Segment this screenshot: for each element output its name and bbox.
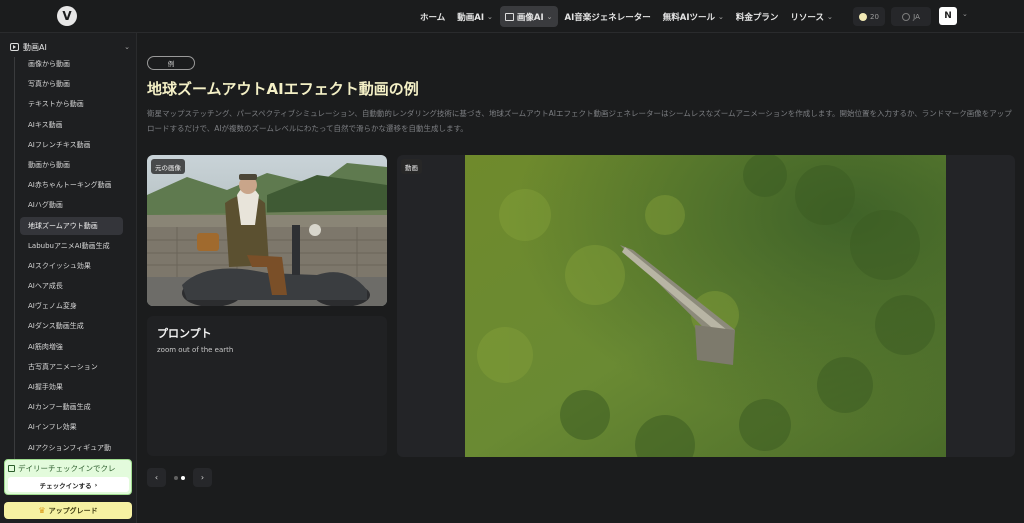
video-icon <box>10 43 19 51</box>
nav-pricing-label: 料金プラン <box>735 12 779 23</box>
coin-icon <box>859 12 868 21</box>
top-navigation-bar: V ホーム 動画AI ⌄ 画像AI ⌄ AI音楽ジェネレーター 無料AIツール … <box>0 0 1024 33</box>
carousel-dots <box>172 475 187 480</box>
video-label: 動画 <box>401 159 422 174</box>
video-player[interactable] <box>465 155 946 457</box>
chevron-right-icon: › <box>94 480 98 489</box>
nav-image-ai[interactable]: 画像AI ⌄ <box>499 6 558 27</box>
sidebar-item[interactable]: テキストから動画 <box>20 95 123 113</box>
sidebar-item[interactable]: AI筋肉増強 <box>20 338 123 356</box>
page-description: 衛星マップステッチング、パースペクティブシミュレーション、自動動的レンダリング技… <box>147 109 1012 133</box>
example-badge: 例 <box>147 56 195 70</box>
nav-free-tools[interactable]: 無料AIツール ⌄ <box>658 6 729 27</box>
user-avatar[interactable]: N <box>939 7 957 25</box>
language-selector[interactable]: JA <box>891 7 931 26</box>
sidebar-item[interactable]: AIダンス動画生成 <box>20 317 123 335</box>
nav-ai-music[interactable]: AI音楽ジェネレーター <box>560 6 656 27</box>
checkin-title-text: デイリーチェックインでクレ <box>18 464 116 473</box>
crown-icon: ♛ <box>38 506 46 515</box>
prompt-text: zoom out of the earth <box>157 346 234 354</box>
sidebar-item[interactable]: AIキス動画 <box>20 116 123 134</box>
sidebar-item[interactable]: AIヘア成長 <box>20 277 123 295</box>
sidebar-item[interactable]: AI握手効果 <box>20 378 123 396</box>
sidebar-item[interactable]: AIインフレ効果 <box>20 418 123 436</box>
nav-home-label: ホーム <box>420 12 446 23</box>
sidebar-item[interactable]: 写真から動画 <box>20 75 123 93</box>
original-image-label: 元の画像 <box>151 159 185 174</box>
original-image-card: 元の画像 <box>147 155 387 306</box>
sidebar-items: 画像から動画 写真から動画 テキストから動画 AIキス動画 AIフレンチキス動画… <box>20 55 123 459</box>
chevron-down-icon: ⌄ <box>124 43 130 51</box>
nav-pricing[interactable]: 料金プラン <box>731 6 784 27</box>
prompt-heading: プロンプト <box>157 327 212 340</box>
sidebar-item[interactable]: AIアクションフィギュア動 <box>20 439 123 457</box>
chevron-down-icon: ⌄ <box>487 12 493 21</box>
sidebar-item[interactable]: AIヴェノム変身 <box>20 297 123 315</box>
carousel-pager: ‹ › <box>147 468 212 487</box>
original-image <box>147 155 387 306</box>
video-card: 動画 <box>397 155 1015 457</box>
prompt-card: プロンプト zoom out of the earth <box>147 316 387 456</box>
sidebar-item-active[interactable]: 地球ズームアウト動画 <box>20 216 123 235</box>
nav-video-ai-label: 動画AI <box>457 12 484 23</box>
nav-video-ai[interactable]: 動画AI ⌄ <box>452 6 498 27</box>
sidebar-tree-line <box>14 57 15 487</box>
nav-image-ai-label: 画像AI <box>516 12 544 23</box>
chevron-down-icon: ⌄ <box>546 12 553 21</box>
sidebar: 動画AI ⌄ 画像から動画 写真から動画 テキストから動画 AIキス動画 AIフ… <box>0 33 137 523</box>
sidebar-section-video-ai[interactable]: 動画AI ⌄ <box>10 40 130 54</box>
upgrade-button-label: アップグレード <box>48 506 98 515</box>
carousel-dot[interactable] <box>174 475 178 480</box>
globe-icon <box>902 12 911 21</box>
sidebar-item[interactable]: 古写真アニメーション <box>20 358 123 376</box>
image-icon <box>504 12 514 21</box>
sidebar-item[interactable]: 画像から動画 <box>20 55 123 73</box>
sidebar-item[interactable]: 動画から動画 <box>20 156 123 174</box>
language-code: JA <box>913 12 920 21</box>
main-nav: ホーム 動画AI ⌄ 画像AI ⌄ AI音楽ジェネレーター 無料AIツール ⌄ … <box>415 6 838 27</box>
sidebar-item[interactable]: LabubuアニメAI動画生成 <box>20 237 123 255</box>
nav-resources-label: リソース <box>790 12 824 23</box>
sidebar-item[interactable]: AI赤ちゃんトーキング動画 <box>20 176 123 194</box>
credits-badge[interactable]: 20 <box>853 7 885 26</box>
chevron-down-icon: ⌄ <box>826 12 833 21</box>
calendar-icon <box>8 465 15 472</box>
credits-count: 20 <box>870 12 879 21</box>
sidebar-item[interactable]: AIフレンチキス動画 <box>20 136 123 154</box>
daily-checkin-panel: デイリーチェックインでクレ チェックインする › <box>4 459 132 495</box>
nav-resources[interactable]: リソース ⌄ <box>785 6 837 27</box>
page-title: 地球ズームアウトAIエフェクト動画の例 <box>147 80 419 98</box>
nav-ai-music-label: AI音楽ジェネレーター <box>564 12 651 23</box>
app-logo[interactable]: V <box>57 6 77 26</box>
carousel-dot-active[interactable] <box>181 475 185 480</box>
nav-home[interactable]: ホーム <box>415 6 450 27</box>
sidebar-item[interactable]: AIハグ動画 <box>20 196 123 214</box>
chevron-down-icon[interactable]: ⌄ <box>962 10 968 18</box>
checkin-button-label: チェックインする <box>39 481 92 490</box>
sidebar-item[interactable]: AIカンフー動画生成 <box>20 398 123 416</box>
chevron-down-icon: ⌄ <box>718 12 724 21</box>
upgrade-button[interactable]: ♛ アップグレード <box>4 502 132 519</box>
sidebar-section-title: 動画AI <box>23 42 47 52</box>
checkin-button[interactable]: チェックインする › <box>8 477 129 492</box>
prev-button[interactable]: ‹ <box>147 468 166 487</box>
next-button[interactable]: › <box>193 468 212 487</box>
checkin-title: デイリーチェックインでクレ <box>8 463 130 474</box>
sidebar-item[interactable]: AIスクイッシュ効果 <box>20 257 123 275</box>
nav-free-tools-label: 無料AIツール <box>662 12 715 23</box>
